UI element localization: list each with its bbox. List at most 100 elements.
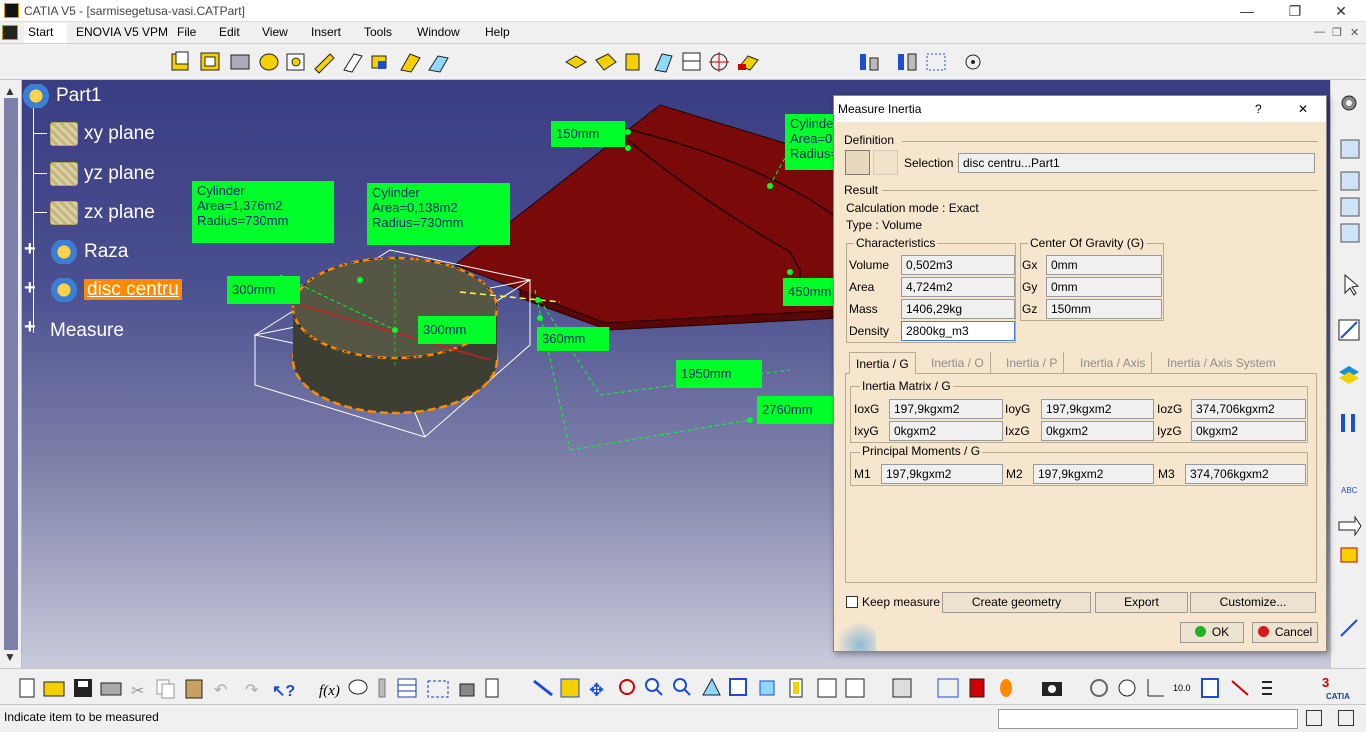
expand-raza-icon[interactable]: +: [24, 238, 36, 261]
menu-start[interactable]: Start: [24, 23, 68, 43]
fly-mode-icon[interactable]: [533, 679, 553, 697]
ixzg-field[interactable]: 0kgxm2: [1041, 421, 1154, 441]
dialog-close-button[interactable]: ✕: [1298, 102, 1308, 116]
axis-system-icon[interactable]: [1147, 679, 1164, 697]
update-icon[interactable]: [1090, 679, 1108, 697]
dimension-icon[interactable]: [937, 678, 959, 698]
tree-node-xy-plane[interactable]: xy plane: [50, 122, 155, 146]
fit-all-icon[interactable]: [560, 678, 580, 698]
reorder-icon[interactable]: [1201, 678, 1219, 698]
material-icon[interactable]: [969, 678, 985, 698]
dimension-450mm[interactable]: 450mm: [783, 278, 837, 306]
volume-field[interactable]: 0,502m3: [901, 255, 1015, 275]
tab-inertia-g[interactable]: Inertia / G: [849, 352, 916, 374]
pan-icon[interactable]: ✥: [589, 680, 604, 700]
cylinder-label-2[interactable]: Cylinder Area=0,138m2 Radius=730mm: [367, 183, 510, 245]
close-button[interactable]: ✕: [1318, 1, 1364, 21]
gx-field[interactable]: 0mm: [1046, 255, 1162, 275]
restore-button[interactable]: ❐: [1272, 1, 1318, 21]
shaft-icon[interactable]: [230, 54, 250, 70]
measure-inertia-icon[interactable]: [926, 53, 946, 71]
parallel-icon[interactable]: [1341, 414, 1355, 432]
multi-view-icon[interactable]: [729, 678, 747, 696]
viewport-vertical-scrollbar[interactable]: ▲ ▼: [0, 80, 22, 668]
dimension-2760mm[interactable]: 2760mm: [757, 396, 835, 424]
slot-icon[interactable]: [343, 53, 363, 73]
gy-field[interactable]: 0mm: [1046, 277, 1162, 297]
open-folder-icon[interactable]: [43, 681, 65, 697]
expand-measure-icon[interactable]: +: [24, 316, 36, 339]
pocket-icon[interactable]: [200, 52, 220, 71]
ok-button[interactable]: OK: [1180, 622, 1244, 643]
mdi-restore-icon[interactable]: ❐: [1332, 26, 1342, 39]
tree-node-measure[interactable]: Measure: [50, 320, 124, 342]
create-geometry-button[interactable]: Create geometry: [942, 592, 1091, 613]
fix-icon[interactable]: [1340, 547, 1358, 563]
hide-show-icon[interactable]: [817, 678, 837, 698]
save-icon[interactable]: [74, 679, 92, 697]
direction-icon[interactable]: [1338, 515, 1362, 537]
measure-between-icon[interactable]: [860, 54, 879, 71]
removed-section-icon[interactable]: [428, 55, 449, 73]
text-abc-icon[interactable]: ABC: [1341, 486, 1358, 495]
rotate-icon[interactable]: [619, 679, 635, 695]
multi-section-icon[interactable]: [400, 53, 421, 73]
zoom-in-icon[interactable]: [645, 678, 663, 696]
dimension-300mm-center[interactable]: 300mm: [418, 316, 496, 344]
tab-inertia-axis[interactable]: Inertia / Axis: [1074, 352, 1153, 374]
undo-icon[interactable]: ↶: [214, 682, 227, 699]
m2-field[interactable]: 197,9kgxm2: [1033, 464, 1154, 484]
cylinder-label-3[interactable]: Cylinder Area=0 Radius=: [785, 114, 837, 170]
capture-icon[interactable]: [1042, 682, 1062, 696]
constraint-icon[interactable]: [1231, 680, 1249, 696]
scrollbar-track[interactable]: [4, 98, 18, 650]
settings-gear-icon[interactable]: [1341, 95, 1357, 111]
rib-icon[interactable]: [314, 53, 335, 74]
export-button[interactable]: Export: [1095, 592, 1188, 613]
tools-icon[interactable]: [378, 678, 386, 698]
cut-icon[interactable]: ✂: [131, 683, 144, 700]
scroll-up-icon[interactable]: ▲: [4, 84, 16, 98]
layers-icon[interactable]: [1339, 366, 1359, 384]
density-input[interactable]: 2800kg_m3: [901, 321, 1015, 341]
area-field[interactable]: 4,724m2: [901, 277, 1015, 297]
dialog-help-button[interactable]: ?: [1255, 102, 1262, 116]
mass-field[interactable]: 1406,29kg: [901, 299, 1015, 319]
chamfer-icon[interactable]: [595, 53, 617, 71]
swap-visible-icon[interactable]: [845, 678, 865, 698]
groove-icon[interactable]: [286, 53, 305, 71]
zoom-out-icon[interactable]: [673, 678, 691, 696]
dimension-150mm[interactable]: 150mm: [551, 121, 625, 147]
iso-view-icon[interactable]: [759, 680, 775, 696]
scroll-down-icon[interactable]: ▼: [4, 650, 16, 664]
dimension-300mm-left[interactable]: 300mm: [227, 276, 300, 304]
tree-node-yz-plane[interactable]: yz plane: [50, 162, 155, 186]
shell-icon[interactable]: [654, 53, 673, 73]
redo-icon[interactable]: ↷: [245, 682, 259, 699]
selection-field[interactable]: disc centru...Part1: [958, 153, 1315, 173]
menu-window[interactable]: Window: [417, 25, 460, 39]
customize-button[interactable]: Customize...: [1190, 592, 1316, 613]
edge-fillet-icon[interactable]: [565, 55, 587, 69]
normal-view-icon[interactable]: [702, 677, 721, 696]
copy-icon[interactable]: [156, 679, 175, 699]
paste-icon[interactable]: [185, 679, 203, 699]
print-icon[interactable]: [100, 682, 122, 696]
sketch-icon[interactable]: [1340, 139, 1360, 243]
tree-node-raza[interactable]: Raza: [50, 240, 128, 264]
thickness-icon[interactable]: [682, 52, 701, 71]
iozg-field[interactable]: 374,706kgxm2: [1191, 399, 1306, 419]
tree-node-zx-plane[interactable]: zx plane: [50, 201, 155, 225]
menu-edit[interactable]: Edit: [219, 25, 240, 39]
draft-icon[interactable]: [625, 53, 640, 71]
expand-disc-icon[interactable]: +: [24, 277, 36, 300]
catalog-icon[interactable]: [485, 678, 499, 698]
hole-icon[interactable]: [259, 53, 279, 71]
command-list-icon[interactable]: [1306, 710, 1322, 726]
ioyg-field[interactable]: 197,9kgxm2: [1041, 399, 1154, 419]
cylinder-label-1[interactable]: Cylinder Area=1,376m2 Radius=730mm: [192, 181, 334, 243]
render-icon[interactable]: [892, 678, 912, 698]
tab-inertia-p[interactable]: Inertia / P: [1000, 352, 1065, 374]
tree-node-disc-centru[interactable]: disc centru: [50, 278, 182, 302]
stiffener-icon[interactable]: [371, 55, 387, 69]
